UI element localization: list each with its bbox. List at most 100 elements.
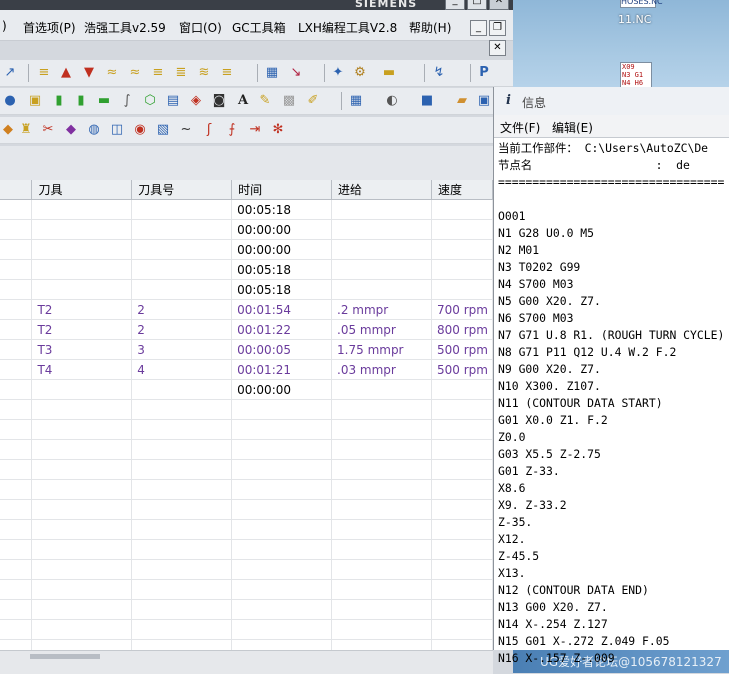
window-minimize-button[interactable]: _ [445, 0, 465, 10]
table-row[interactable]: T4 4 00:01:21.03 mmpr 500 rpm [0, 359, 493, 380]
check-icon[interactable]: ◉ [132, 122, 148, 138]
move-down-icon[interactable]: ▼ [81, 65, 97, 81]
table-row[interactable] [0, 459, 493, 480]
table-row[interactable]: 00:05:18 [0, 199, 493, 220]
multi-lines-icon[interactable]: ≡ [219, 65, 235, 81]
measure-icon[interactable]: ✎ [257, 93, 273, 109]
table-row[interactable] [0, 439, 493, 460]
menu-help[interactable]: 帮助(H) [409, 19, 451, 36]
info-menu-file[interactable]: 文件(F) [500, 119, 540, 136]
extrude-icon[interactable]: ⬡ [142, 93, 158, 109]
hook-icon[interactable]: ʃ [201, 122, 217, 138]
table-row[interactable]: 00:00:00 [0, 239, 493, 260]
horizontal-scrollbar[interactable] [0, 650, 493, 674]
point-icon[interactable]: ✻ [270, 122, 286, 138]
menu-item-partial[interactable]: ) [2, 19, 7, 33]
pencil-icon[interactable]: ✐ [305, 93, 321, 109]
render-icon[interactable]: ◐ [384, 93, 400, 109]
table-row[interactable] [0, 519, 493, 540]
table-row[interactable]: 00:05:18 [0, 259, 493, 280]
wcs-icon[interactable]: ◆ [0, 122, 16, 138]
trim-icon[interactable]: ⇥ [247, 122, 263, 138]
info-menu-edit[interactable]: 编辑(E) [552, 119, 593, 136]
table-row[interactable] [0, 579, 493, 600]
feed-lines-icon[interactable]: ≈ [104, 65, 120, 81]
table-row[interactable] [0, 539, 493, 560]
table-row[interactable]: T2 2 00:01:22.05 mmpr 800 rpm [0, 319, 493, 340]
nc-file-label[interactable]: 11.NC [618, 13, 651, 26]
program-icon[interactable]: P [476, 65, 492, 81]
mdi-close-button[interactable]: ✕ [489, 40, 506, 56]
menu-haoqiang-tools[interactable]: 浩强工具v2.59 [84, 19, 166, 36]
layer-icon[interactable]: ▦ [348, 93, 364, 109]
stack-icon[interactable]: ≣ [173, 65, 189, 81]
table-row[interactable]: T3 3 00:00:05 1.75 mmpr 500 rpm [0, 339, 493, 360]
col-header-tool-number[interactable]: 刀具号 [131, 180, 233, 200]
col-header-feed[interactable]: 进给 [331, 180, 432, 200]
image-icon[interactable]: ▧ [155, 122, 171, 138]
cut-lines-icon[interactable]: ≈ [127, 65, 143, 81]
axis-icon[interactable]: ↘ [288, 65, 304, 81]
col-header-tool[interactable]: 刀具 [31, 180, 133, 200]
block-icon[interactable]: ▣ [27, 93, 43, 109]
pill-icon[interactable]: ▮ [73, 93, 89, 109]
nc-file-icon-top[interactable]: HOSES.NC [620, 0, 663, 8]
col-header-name[interactable] [0, 180, 33, 200]
info-text-area[interactable]: 当前工作部件： C:\Users\AutoZC\De 节点名 : de ======… [498, 140, 729, 667]
table-row[interactable]: T2 2 00:01:54.2 mmpr 700 rpm [0, 299, 493, 320]
part-icon[interactable]: ▤ [165, 93, 181, 109]
grid-icon[interactable]: ▩ [281, 93, 297, 109]
menu-lxh-tools[interactable]: LXH编程工具V2.8 [298, 19, 397, 36]
list-operations-icon[interactable]: ≡ [36, 65, 52, 81]
table-row[interactable]: 00:00:00 [0, 379, 493, 400]
tilde-icon[interactable]: ~ [178, 122, 194, 138]
scissor-icon[interactable]: ✂ [40, 122, 56, 138]
mdi-restore-button[interactable]: ❐ [489, 20, 506, 36]
window-maximize-button[interactable]: □ [467, 0, 487, 10]
tool-path-icon[interactable]: ↗ [2, 65, 18, 81]
assembly-icon[interactable]: ◈ [188, 93, 204, 109]
diamond-icon[interactable]: ◆ [63, 122, 79, 138]
spline-icon[interactable]: ⨍ [224, 122, 240, 138]
info-title-bar[interactable]: i 信息 [494, 87, 729, 115]
sphere-icon[interactable]: ● [2, 93, 18, 109]
col-header-speed[interactable]: 速度 [431, 180, 493, 200]
scrollbar-thumb[interactable] [30, 654, 100, 659]
table-row[interactable] [0, 419, 493, 440]
menu-gc-toolbox[interactable]: GC工具箱 [232, 19, 286, 36]
mdi-minimize-button[interactable]: _ [470, 20, 487, 36]
table-row[interactable] [0, 599, 493, 620]
table-row[interactable] [0, 399, 493, 420]
table-row[interactable]: 00:00:00 [0, 219, 493, 240]
window-close-button[interactable]: ✕ [489, 0, 509, 10]
layer-lines-icon[interactable]: ≡ [150, 65, 166, 81]
text-tool-icon[interactable]: A [235, 93, 251, 109]
fixture-icon[interactable]: ♜ [18, 122, 34, 138]
postprocess-icon[interactable]: ▬ [381, 65, 397, 81]
menu-preferences[interactable]: 首选项(P) [23, 19, 76, 36]
curve-icon[interactable]: ∫ [119, 93, 135, 109]
table-row[interactable] [0, 499, 493, 520]
wave-lines-icon[interactable]: ≋ [196, 65, 212, 81]
shaft-icon[interactable]: ◫ [109, 122, 125, 138]
table-row[interactable] [0, 619, 493, 640]
table-row[interactable] [0, 559, 493, 580]
move-up-icon[interactable]: ▲ [58, 65, 74, 81]
cube-icon[interactable]: ■ [419, 93, 435, 109]
simulate-icon[interactable]: ⚙ [352, 65, 368, 81]
machine-icon[interactable]: ▦ [264, 65, 280, 81]
camera-icon[interactable]: ◙ [211, 93, 227, 109]
table-row[interactable] [0, 479, 493, 500]
verify-icon[interactable]: ✦ [330, 65, 346, 81]
workshop-doc-icon[interactable]: ↯ [431, 65, 447, 81]
rectangle-icon[interactable]: ▬ [96, 93, 112, 109]
table-row[interactable]: 00:05:18 [0, 279, 493, 300]
menu-window[interactable]: 窗口(O) [179, 19, 222, 36]
view-icon[interactable]: ▣ [476, 93, 492, 109]
nc-file-icon[interactable]: X09 N3 G1 N4 H6 [620, 62, 652, 90]
col-header-time[interactable]: 时间 [231, 180, 333, 200]
table-row[interactable] [0, 639, 493, 650]
folder-icon[interactable]: ▰ [454, 93, 470, 109]
cylinder-icon[interactable]: ▮ [51, 93, 67, 109]
spindle-icon[interactable]: ◍ [86, 122, 102, 138]
